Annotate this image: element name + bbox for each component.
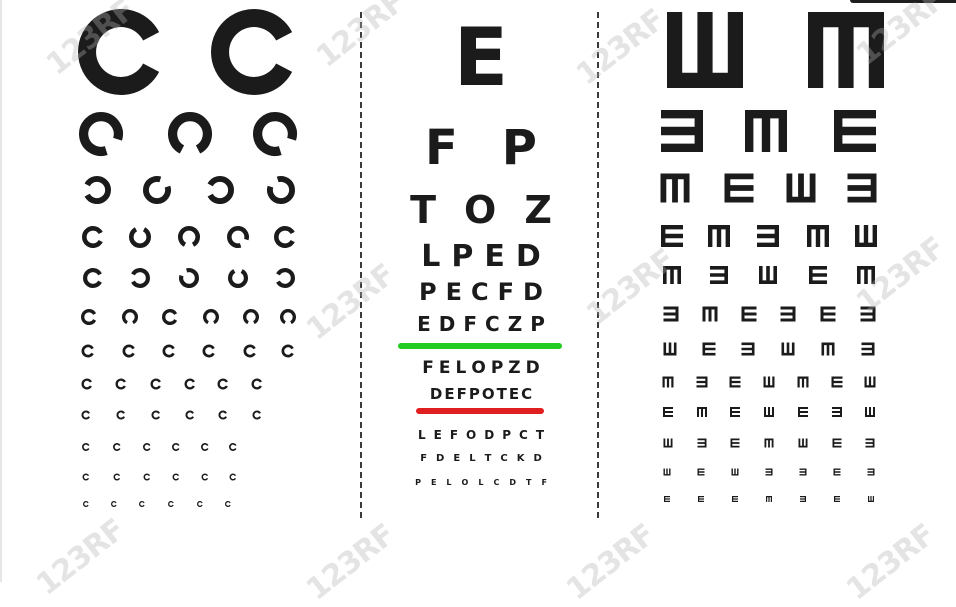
dashed-divider-left [360,12,362,518]
tumbling-e-icon [800,496,806,502]
tumbling-e-icon [724,173,754,203]
tumbling-e-icon [820,306,836,322]
tumbling-e-icon [799,468,807,476]
tumbling-e-icon [797,376,809,388]
tumbling-e-icon [847,173,877,203]
tumbling-e-icon [745,110,787,152]
tumbling-e-icon [662,376,674,388]
tumbling-e-icon [834,110,876,152]
tumbling-e-icon [764,407,774,417]
tumbling-e-icon [821,342,835,356]
tumbling-e-icon [730,438,740,448]
tumbling-e-icon [831,376,843,388]
tumbling-e-icon [865,438,875,448]
tumbling-e-icon [663,342,677,356]
tumbling-e-icon [864,376,876,388]
tumbling-e-icon [698,496,704,502]
tumbling-e-icon [798,407,808,417]
tumbling-e-icon [697,468,705,476]
tumbling-e-icon [759,266,777,284]
tumbling-e-icon [833,468,841,476]
tumbling-e-icon [708,225,730,247]
tumbling-e-icon [731,468,739,476]
tumbling-e-icon [855,225,877,247]
tumbling-e-icon [702,342,716,356]
tumbling-e-chart [660,12,884,502]
tumbling-e-icon [867,468,875,476]
tumbling-e-icon [702,306,718,322]
tumbling-e-icon [667,12,743,88]
tumbling-e-icon [757,225,779,247]
tumbling-e-icon [766,496,772,502]
tumbling-e-icon [664,496,670,502]
tumbling-e-icon [663,407,673,417]
tumbling-e-icon [660,173,690,203]
tumbling-e-icon [697,407,707,417]
left-edge-line [0,0,2,582]
tumbling-e-icon [809,266,827,284]
tumbling-e-icon [786,173,816,203]
tumbling-e-icon [781,342,795,356]
eye-charts-canvas: EFPTOZLPEDPECFDEDFCZPFELOPZDDEFPOTECLEFO… [0,0,956,607]
tumbling-e-icon [663,306,679,322]
tumbling-e-icon [868,496,874,502]
tumbling-e-icon [798,438,808,448]
tumbling-e-icon [834,496,840,502]
tumbling-e-icon [729,376,741,388]
tumbling-e-icon [807,225,829,247]
tumbling-e-icon [764,438,774,448]
tumbling-e-icon [663,468,671,476]
tumbling-e-icon [780,306,796,322]
tumbling-e-icon [732,496,738,502]
tumbling-e-icon [697,438,707,448]
tumbling-e-icon [763,376,775,388]
tumbling-e-icon [741,306,757,322]
tumbling-e-icon [696,376,708,388]
tumbling-e-icon [865,407,875,417]
tumbling-e-icon [661,225,683,247]
tumbling-e-icon [730,407,740,417]
tumbling-e-icon [861,342,875,356]
tumbling-e-icon [663,438,673,448]
tumbling-e-icon [741,342,755,356]
tumbling-e-icon [710,266,728,284]
tumbling-e-icon [832,438,842,448]
tumbling-e-icon [661,110,703,152]
tumbling-e-icon [765,468,773,476]
tumbling-e-icon [832,407,842,417]
